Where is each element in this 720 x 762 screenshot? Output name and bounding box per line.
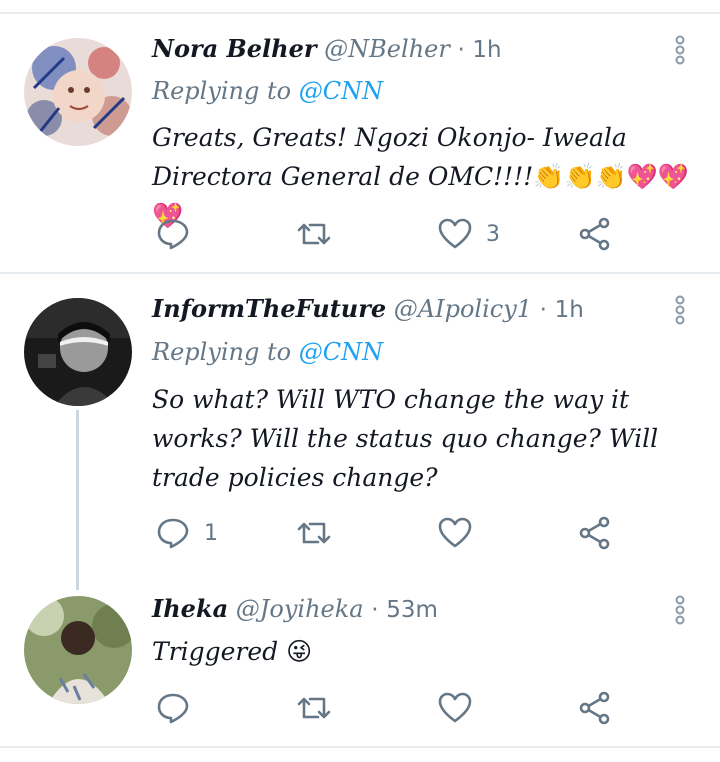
share-button[interactable] bbox=[578, 515, 612, 551]
emoji-sequence: 😜 bbox=[286, 637, 313, 666]
avatar[interactable] bbox=[24, 298, 132, 406]
reply-button[interactable] bbox=[156, 690, 190, 726]
share-icon bbox=[579, 516, 610, 550]
more-icon bbox=[675, 595, 685, 625]
retweet-icon bbox=[297, 223, 331, 245]
username[interactable]: @NBelher bbox=[324, 35, 450, 63]
heart-icon bbox=[438, 517, 472, 548]
tweet-text-content: Triggered bbox=[152, 637, 279, 666]
more-options-button[interactable] bbox=[668, 292, 692, 328]
mention-link[interactable]: @CNN bbox=[299, 77, 383, 105]
divider bbox=[0, 272, 720, 274]
reply-count: 1 bbox=[204, 520, 218, 546]
display-name[interactable]: Nora Belher bbox=[152, 34, 317, 63]
divider bbox=[0, 746, 720, 748]
separator: · bbox=[539, 297, 547, 323]
share-button[interactable] bbox=[578, 690, 612, 726]
tweet-text-content: So what? Will WTO change the way it work… bbox=[152, 385, 659, 492]
retweet-button[interactable] bbox=[296, 690, 332, 726]
tweet-header: Iheka @Joyiheka · 53m bbox=[152, 594, 438, 625]
more-options-button[interactable] bbox=[668, 592, 692, 628]
like-button[interactable]: 3 bbox=[438, 216, 500, 252]
tweet-header: InformTheFuture @AIpolicy1 · 1h bbox=[152, 294, 584, 325]
reply-icon bbox=[157, 219, 189, 250]
display-name[interactable]: InformTheFuture bbox=[152, 294, 386, 323]
replying-to-label: Replying to bbox=[152, 338, 292, 366]
display-name[interactable]: Iheka bbox=[152, 594, 228, 623]
replying-to: Replying to @CNN bbox=[152, 337, 383, 367]
separator: · bbox=[457, 37, 465, 63]
timestamp[interactable]: 1h bbox=[555, 297, 584, 323]
reply-icon bbox=[157, 518, 189, 549]
reply-icon bbox=[157, 693, 189, 724]
tweet-header: Nora Belher @NBelher · 1h bbox=[152, 34, 502, 65]
username[interactable]: @AIpolicy1 bbox=[394, 295, 532, 323]
avatar[interactable] bbox=[24, 596, 132, 704]
like-count: 3 bbox=[486, 221, 500, 247]
retweet-button[interactable] bbox=[296, 515, 332, 551]
like-button[interactable] bbox=[438, 690, 472, 726]
share-icon bbox=[579, 217, 610, 251]
heart-icon bbox=[438, 218, 472, 249]
share-icon bbox=[579, 691, 610, 725]
mention-link[interactable]: @CNN bbox=[299, 338, 383, 366]
replying-to: Replying to @CNN bbox=[152, 76, 383, 106]
more-options-button[interactable] bbox=[668, 32, 692, 68]
timestamp[interactable]: 1h bbox=[472, 37, 501, 63]
reply-button[interactable]: 1 bbox=[156, 515, 218, 551]
tweet-text: So what? Will WTO change the way it work… bbox=[152, 380, 692, 497]
tweet-text: Triggered 😜 bbox=[152, 632, 692, 671]
username[interactable]: @Joyiheka bbox=[236, 595, 364, 623]
avatar[interactable] bbox=[24, 38, 132, 146]
divider bbox=[0, 12, 720, 14]
heart-icon bbox=[438, 692, 472, 723]
timestamp[interactable]: 53m bbox=[386, 597, 438, 623]
reply-button[interactable] bbox=[156, 216, 190, 252]
retweet-icon bbox=[297, 522, 331, 544]
like-button[interactable] bbox=[438, 515, 472, 551]
more-icon bbox=[675, 35, 685, 65]
share-button[interactable] bbox=[578, 216, 612, 252]
thread-connector bbox=[76, 410, 79, 590]
retweet-button[interactable] bbox=[296, 216, 346, 252]
retweet-icon bbox=[297, 697, 331, 719]
separator: · bbox=[371, 597, 379, 623]
replying-to-label: Replying to bbox=[152, 77, 292, 105]
more-icon bbox=[675, 295, 685, 325]
